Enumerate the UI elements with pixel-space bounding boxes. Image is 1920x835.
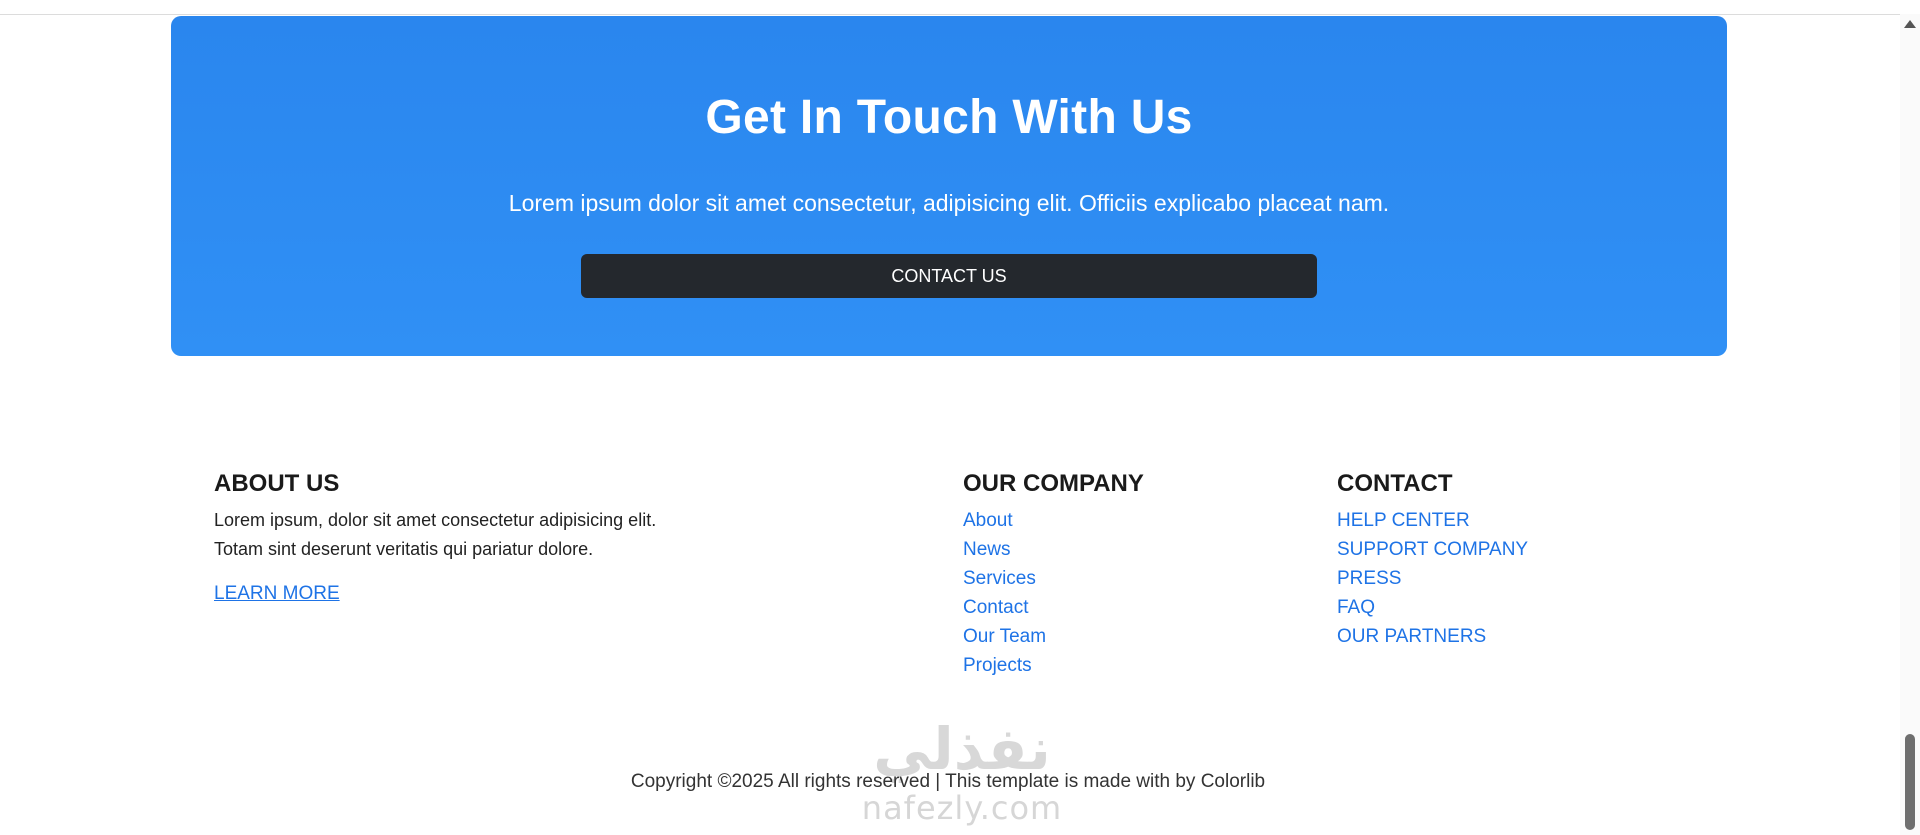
scrollbar-thumb[interactable] [1905, 734, 1915, 830]
learn-more-link[interactable]: LEARN MORE [214, 583, 340, 605]
get-in-touch-banner: Get In Touch With Us Lorem ipsum dolor s… [171, 16, 1727, 356]
contact-link-support-company[interactable]: SUPPORT COMPANY [1337, 535, 1528, 564]
contact-heading: CONTACT [1337, 470, 1453, 497]
contact-us-button[interactable]: CONTACT US [581, 254, 1317, 298]
about-us-text: Lorem ipsum, dolor sit amet consectetur … [214, 510, 657, 559]
copyright-text: Copyright ©2025 All rights reserved | Th… [630, 771, 1266, 792]
our-company-column: OUR COMPANY About News Services Contact … [963, 470, 1144, 680]
contact-link-faq[interactable]: FAQ [1337, 593, 1528, 622]
banner-text: Lorem ipsum dolor sit amet consectetur, … [508, 190, 1390, 216]
contact-link-help-center[interactable]: HELP CENTER [1337, 506, 1528, 535]
company-link-about[interactable]: About [963, 506, 1144, 535]
about-us-heading: ABOUT US [214, 470, 340, 497]
company-link-services[interactable]: Services [963, 564, 1144, 593]
scroll-up-arrow-icon[interactable] [1904, 20, 1916, 28]
company-link-news[interactable]: News [963, 535, 1144, 564]
contact-link-press[interactable]: PRESS [1337, 564, 1528, 593]
company-link-projects[interactable]: Projects [963, 651, 1144, 680]
our-company-heading: OUR COMPANY [963, 470, 1144, 497]
company-link-our-team[interactable]: Our Team [963, 622, 1144, 651]
banner-title: Get In Touch With Us [705, 91, 1193, 144]
contact-column: CONTACT HELP CENTER SUPPORT COMPANY PRES… [1337, 470, 1528, 651]
about-us-column: ABOUT US Lorem ipsum, dolor sit amet con… [214, 470, 684, 605]
vertical-scrollbar[interactable] [1900, 14, 1920, 835]
contact-link-our-partners[interactable]: OUR PARTNERS [1337, 622, 1528, 651]
company-link-contact[interactable]: Contact [963, 593, 1144, 622]
top-divider [0, 14, 1900, 15]
watermark-latin-text: nafezly.com [861, 789, 1063, 827]
